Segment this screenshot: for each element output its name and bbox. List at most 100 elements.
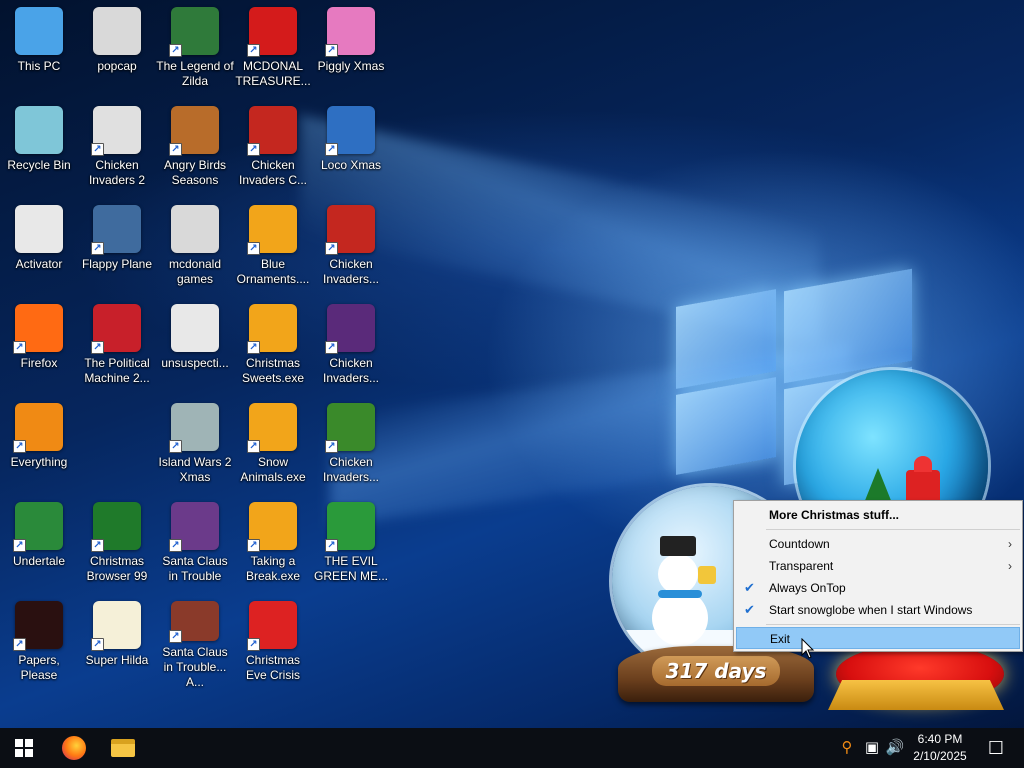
desktop-icon[interactable]: ↗ Super Hilda xyxy=(78,594,156,690)
computer-icon xyxy=(15,7,63,55)
desktop-icon-label: Chicken Invaders... xyxy=(322,356,380,385)
desktop-icon[interactable]: Recycle Bin xyxy=(0,99,78,195)
puzzle-icon: ↗ xyxy=(247,205,297,255)
action-center-icon[interactable]: ☐ xyxy=(976,728,1016,768)
clock-date: 2/10/2025 xyxy=(913,749,967,763)
desktop-icon[interactable]: ↗ Papers, Please xyxy=(0,594,78,690)
menu-item-label: Transparent xyxy=(769,559,834,573)
desktop-icon-label: Chicken Invaders C... xyxy=(238,158,308,187)
desktop-icon-label: Chicken Invaders 2 xyxy=(88,158,146,187)
taskbar: ⚲ ▣ 🔊 6:40 PM 2/10/2025 ☐ xyxy=(0,728,1024,768)
desktop-icon-label: The Political Machine 2... xyxy=(84,356,150,385)
menu-item-always-on-top[interactable]: ✔ Always OnTop xyxy=(736,577,1020,599)
menu-item-label: More Christmas stuff... xyxy=(769,508,900,522)
desktop-icon[interactable]: ↗ Chicken Invaders C... xyxy=(234,99,312,195)
desktop-icon[interactable]: ↗ Christmas Browser 99 xyxy=(78,495,156,591)
shortcut-arrow-icon: ↗ xyxy=(325,143,338,156)
desktop-icon[interactable]: ↗ Piggly Xmas xyxy=(312,0,390,96)
volume-icon[interactable]: 🔊 xyxy=(885,738,905,758)
desktop-icon[interactable]: unsuspecti... xyxy=(156,297,234,393)
menu-item-more-christmas-stuff[interactable]: More Christmas stuff... xyxy=(736,504,1020,526)
menu-item-exit[interactable]: Exit xyxy=(736,627,1020,649)
desktop-icon[interactable]: ↗ Undertale xyxy=(0,495,78,591)
desktop-icon-label: Papers, Please xyxy=(18,653,60,682)
pig-icon: ↗ xyxy=(325,7,375,57)
chicken-icon: ↗ xyxy=(325,205,375,255)
desktop-icon[interactable]: ↗ Santa Claus in Trouble xyxy=(156,495,234,591)
desktop-icon-label: Chicken Invaders... xyxy=(322,257,380,286)
desktop-icon[interactable]: Activator xyxy=(0,198,78,294)
puzzle-icon: ↗ xyxy=(247,502,297,552)
snowglobe-context-menu: More Christmas stuff... Countdown › Tran… xyxy=(733,500,1023,652)
desktop-icon[interactable]: ↗ Christmas Sweets.exe xyxy=(234,297,312,393)
desktop-icon[interactable]: ↗ Chicken Invaders... xyxy=(312,297,390,393)
santa-face-icon: ↗ xyxy=(247,601,297,651)
desktop-icon[interactable]: ↗ Taking a Break.exe xyxy=(234,495,312,591)
desktop-icon[interactable]: popcap xyxy=(78,0,156,96)
desktop-icon[interactable]: ↗ Snow Animals.exe xyxy=(234,396,312,492)
shortcut-arrow-icon: ↗ xyxy=(13,341,26,354)
taskbar-clock[interactable]: 6:40 PM 2/10/2025 xyxy=(906,731,974,765)
shortcut-arrow-icon: ↗ xyxy=(91,242,104,255)
file-icon xyxy=(15,205,63,253)
desktop-icon-label: Undertale xyxy=(12,554,66,568)
desktop-icon[interactable]: ↗ Firefox xyxy=(0,297,78,393)
island-icon: ↗ xyxy=(169,403,219,453)
desktop-icon-label: Angry Birds Seasons xyxy=(163,158,227,187)
game-icon: ↗ xyxy=(169,7,219,57)
desktop-icon-label: unsuspecti... xyxy=(161,356,229,370)
desktop-icon[interactable]: ↗ Blue Ornaments.... xyxy=(234,198,312,294)
shortcut-arrow-icon: ↗ xyxy=(13,638,26,651)
desktop-icon[interactable]: ↗ Everything xyxy=(0,396,78,492)
desktop-icon[interactable]: ↗ THE EVIL GREEN ME... xyxy=(312,495,390,591)
desktop-icon-label: Super Hilda xyxy=(85,653,149,667)
desktop-icon-label: THE EVIL GREEN ME... xyxy=(313,554,388,583)
network-icon[interactable]: ▣ xyxy=(862,738,882,758)
plane-icon: ↗ xyxy=(91,205,141,255)
political-icon: ↗ xyxy=(91,304,141,354)
windows-start-icon[interactable] xyxy=(0,728,48,768)
menu-item-countdown[interactable]: Countdown › xyxy=(736,533,1020,555)
file-explorer-icon[interactable] xyxy=(99,728,147,768)
menu-item-start-with-windows[interactable]: ✔ Start snowglobe when I start Windows xyxy=(736,599,1020,621)
shortcut-arrow-icon: ↗ xyxy=(169,143,182,156)
desktop-icon-label: Santa Claus in Trouble... A... xyxy=(162,645,228,689)
mcdonalds-icon: ↗ xyxy=(247,7,297,57)
desktop-icon[interactable]: ↗ Island Wars 2 Xmas xyxy=(156,396,234,492)
desktop-icon[interactable]: ↗ Christmas Eve Crisis xyxy=(234,594,312,690)
firefox-icon[interactable] xyxy=(50,728,98,768)
shortcut-arrow-icon: ↗ xyxy=(169,44,182,57)
chevron-right-icon: › xyxy=(1008,537,1012,551)
desktop-icon[interactable]: This PC xyxy=(0,0,78,96)
desktop-icon[interactable]: ↗ Flappy Plane xyxy=(78,198,156,294)
desktop-icon[interactable]: ↗ Chicken Invaders... xyxy=(312,198,390,294)
desktop-icon-label: Blue Ornaments.... xyxy=(236,257,310,286)
shortcut-arrow-icon: ↗ xyxy=(247,539,260,552)
desktop-icon[interactable]: ↗ Loco Xmas xyxy=(312,99,390,195)
mouse-cursor-icon xyxy=(801,638,815,659)
menu-item-transparent[interactable]: Transparent › xyxy=(736,555,1020,577)
shortcut-arrow-icon: ↗ xyxy=(13,440,26,453)
desktop-icon[interactable]: ↗ The Legend of Zilda xyxy=(156,0,234,96)
shortcut-arrow-icon: ↗ xyxy=(169,630,182,643)
desktop-icon[interactable]: ↗ Chicken Invaders 2 xyxy=(78,99,156,195)
desktop-icon-label: Christmas Eve Crisis xyxy=(245,653,300,682)
desktop-icon[interactable]: ↗ Santa Claus in Trouble... A... xyxy=(156,594,234,690)
desktop-icon-label: Recycle Bin xyxy=(7,158,71,172)
everything-search-icon[interactable]: ⚲ xyxy=(837,738,857,758)
desktop-icon-label: Snow Animals.exe xyxy=(240,455,306,484)
shortcut-arrow-icon: ↗ xyxy=(169,440,182,453)
chicken-icon: ↗ xyxy=(91,106,141,156)
desktop-icon[interactable]: ↗ Angry Birds Seasons xyxy=(156,99,234,195)
pixel-icon: ↗ xyxy=(91,601,141,651)
desktop-icon[interactable]: mcdonald games xyxy=(156,198,234,294)
desktop-icon[interactable]: ↗ Chicken Invaders... xyxy=(312,396,390,492)
messenger-icon: ↗ xyxy=(325,502,375,552)
folder-icon xyxy=(171,205,219,253)
menu-item-label: Start snowglobe when I start Windows xyxy=(769,603,973,617)
puzzle-icon: ↗ xyxy=(247,304,297,354)
menu-separator xyxy=(766,529,1020,530)
desktop-icon[interactable]: ↗ MCDONAL TREASURE... xyxy=(234,0,312,96)
desktop-icon[interactable]: ↗ The Political Machine 2... xyxy=(78,297,156,393)
desktop-icon-label: Island Wars 2 Xmas xyxy=(158,455,232,484)
